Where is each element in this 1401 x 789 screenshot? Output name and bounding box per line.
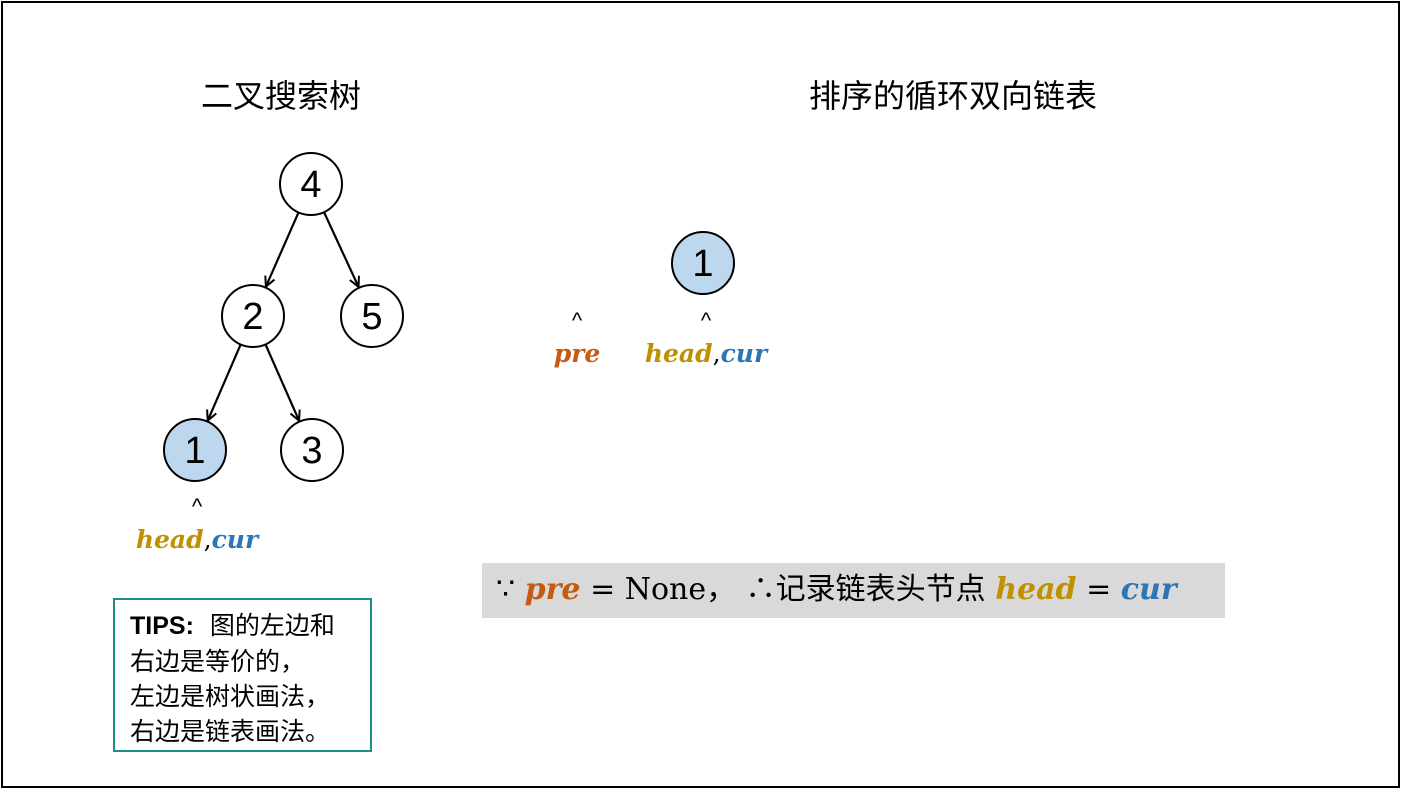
node-1: 1 (671, 231, 735, 295)
edge-arrow (208, 344, 242, 420)
note-cur: cur (1120, 572, 1177, 607)
list-head-caret: ^ (700, 308, 712, 333)
tips-prefix: TIPS: (130, 612, 194, 640)
tips-line-3: 左边是树状画法， (130, 682, 331, 711)
pointer-separator: , (203, 525, 212, 554)
head-label: head (135, 525, 204, 554)
node-5: 5 (340, 284, 404, 348)
cur-label: cur (720, 339, 768, 368)
node-label: 5 (361, 296, 382, 338)
head-label: head (644, 339, 713, 368)
tips-text-1: 图的左边和 (209, 611, 335, 640)
tips-line-4: 右边是链表画法。 (130, 717, 331, 746)
tips-line-1: TIPS: 图的左边和 (130, 608, 370, 644)
cur-label: cur (211, 525, 259, 554)
tree-head-caret: ^ (191, 494, 203, 519)
tree-head-cur-pointer: head,cur (136, 525, 258, 555)
node-label: 2 (242, 296, 263, 338)
note-eq-none: = None， (590, 572, 737, 607)
tips-line-2: 右边是等价的， (130, 647, 306, 676)
node-label: 1 (692, 243, 713, 285)
pre-label: pre (553, 339, 601, 368)
edge-arrow (266, 211, 300, 286)
note-head: head (995, 572, 1077, 607)
node-1: 1 (163, 418, 227, 482)
therefore-symbol: ∴ (745, 572, 776, 607)
node-label: 3 (301, 430, 322, 472)
node-label: 1 (184, 430, 205, 472)
note-pre: pre (524, 572, 581, 607)
note-text: 记录链表头节点 (775, 572, 986, 607)
explanation-note: ∵ pre = None， ∴记录链表头节点 head = cur (482, 563, 1225, 618)
node-2: 2 (221, 284, 285, 348)
edge-arrow (323, 211, 359, 287)
note-eq: = (1086, 572, 1112, 607)
list-head-cur-pointer: head,cur (645, 339, 767, 369)
pointer-separator: , (712, 339, 721, 368)
because-symbol: ∵ (496, 572, 516, 607)
edge-arrow (264, 343, 299, 420)
node-label: 4 (300, 164, 321, 206)
tips-box: TIPS: 图的左边和 右边是等价的， 左边是树状画法， 右边是链表画法。 (113, 598, 372, 752)
pre-caret: ^ (571, 308, 583, 333)
node-3: 3 (280, 418, 344, 482)
node-4: 4 (279, 152, 343, 216)
